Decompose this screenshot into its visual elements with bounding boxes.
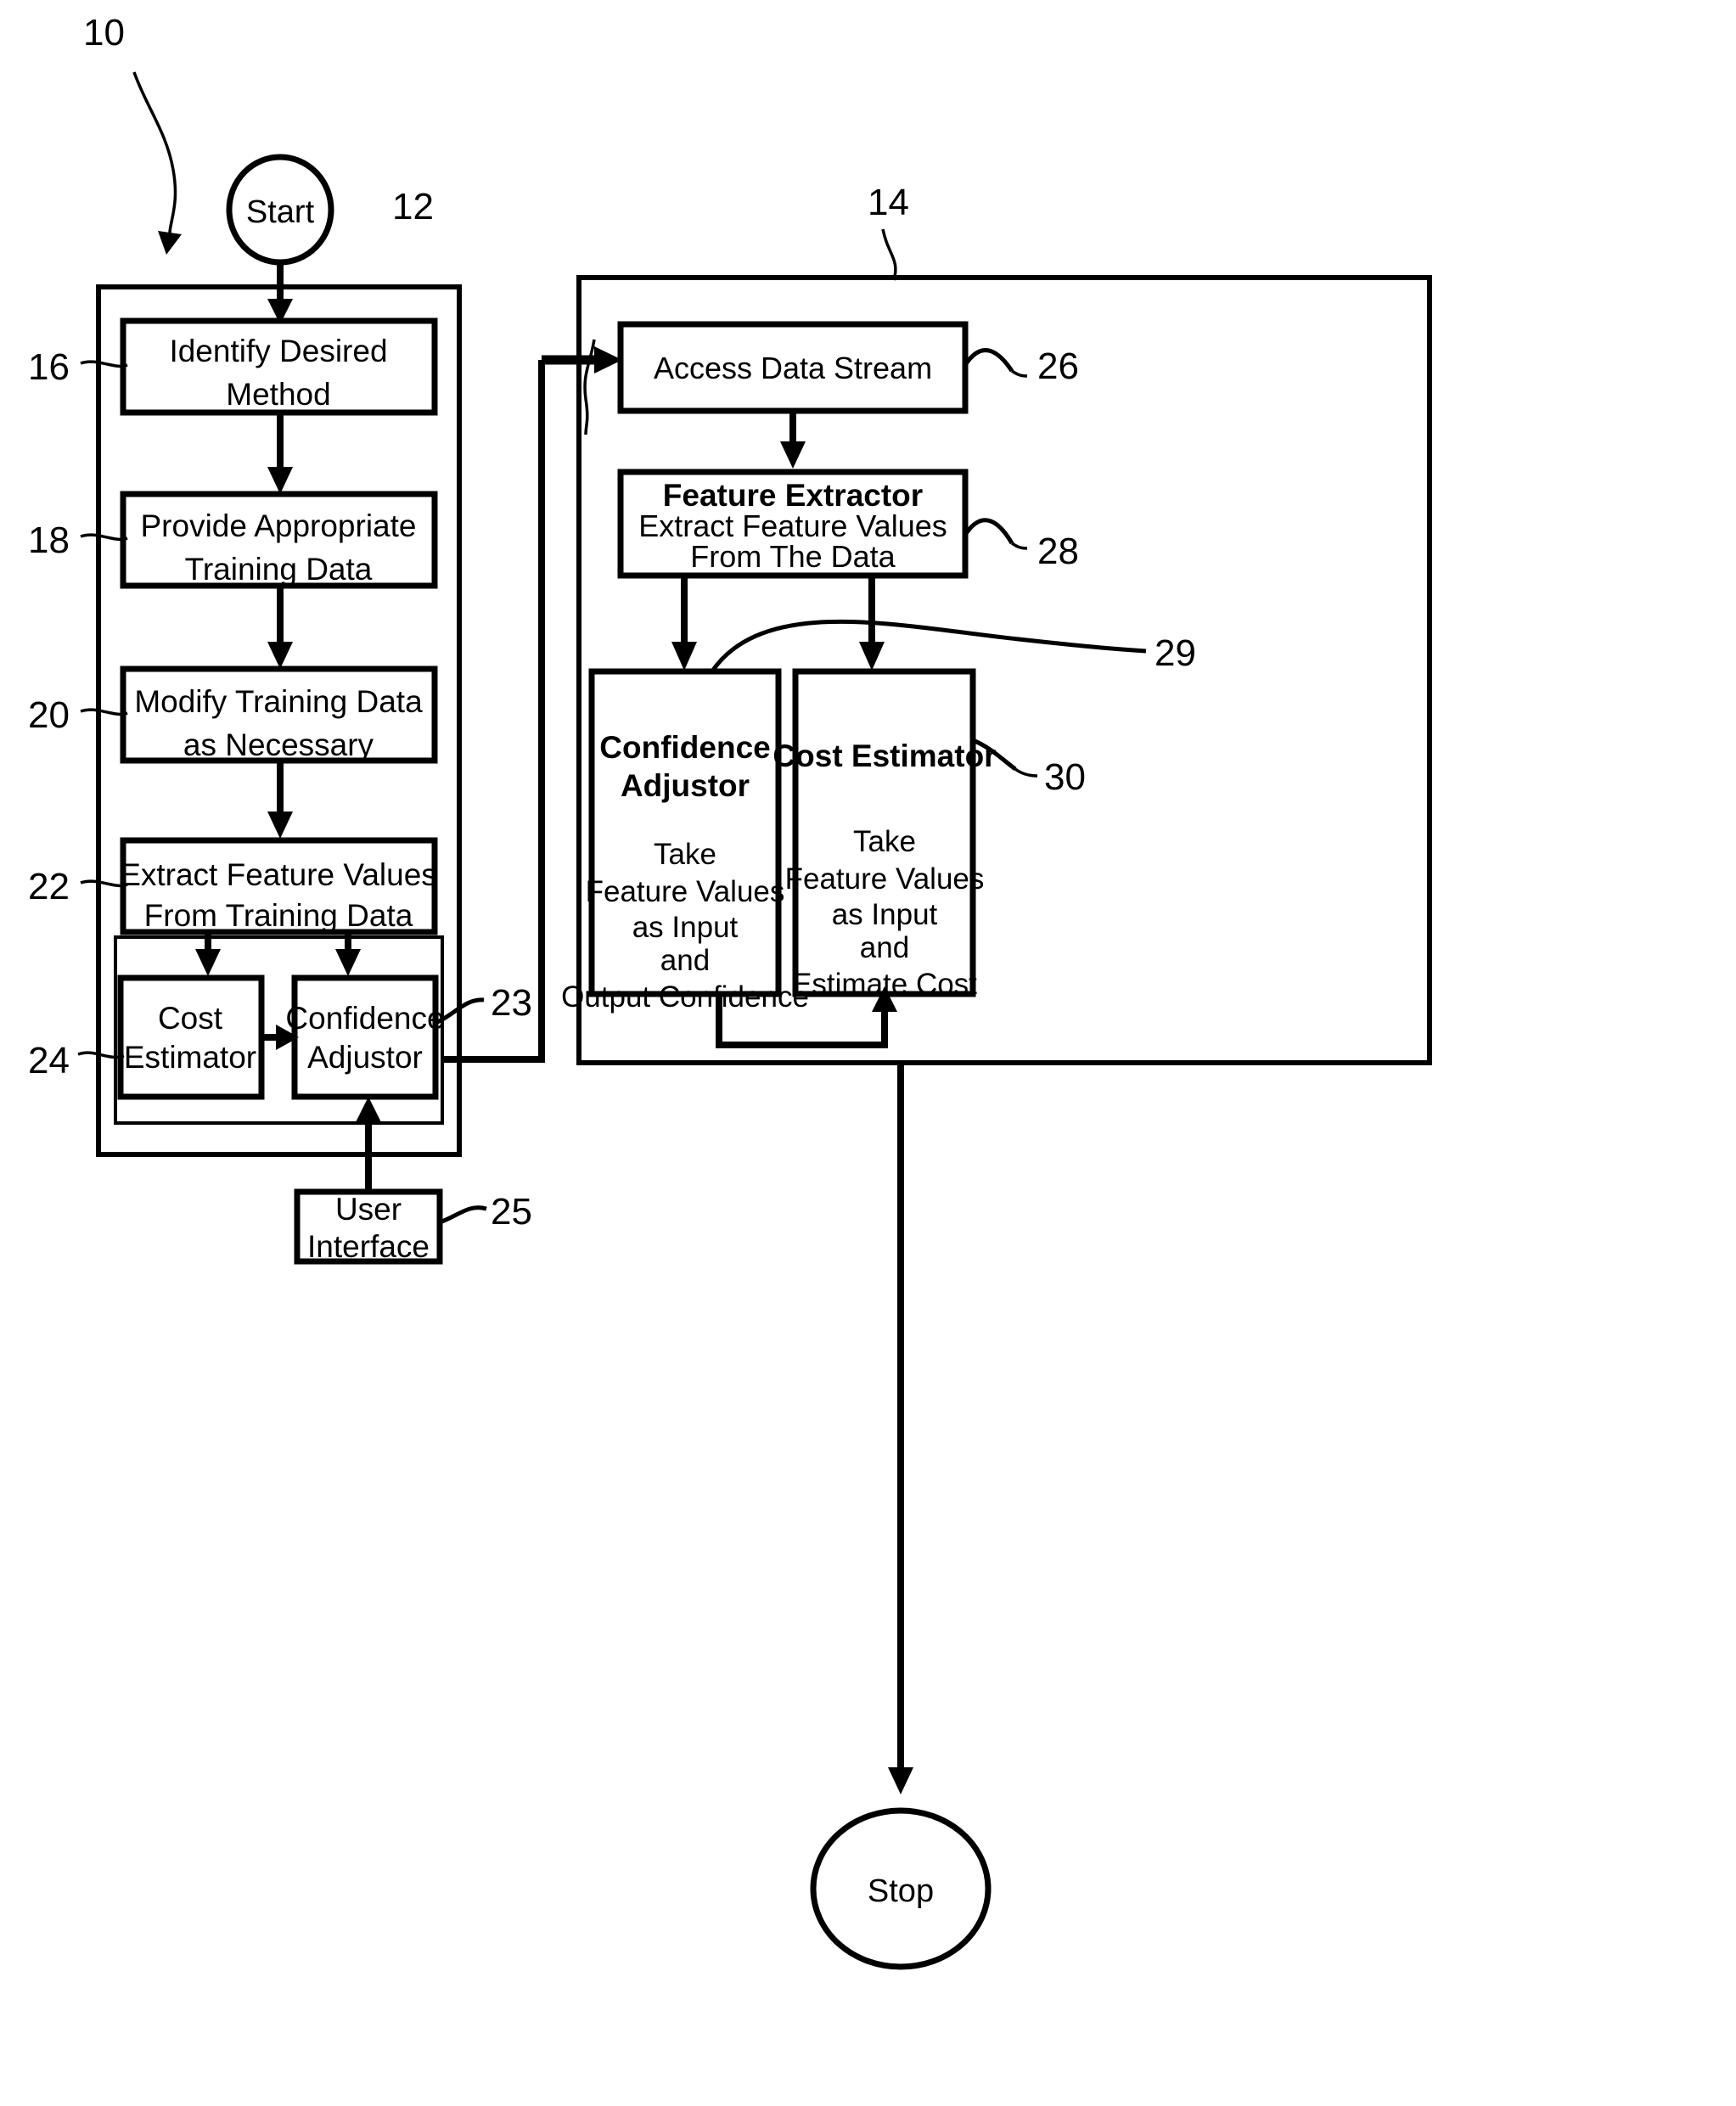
ref-28-leader: [963, 518, 1028, 550]
ref-20: 20: [28, 694, 70, 736]
ref-26: 26: [1037, 345, 1079, 387]
runtime-panel-ref-leader: [881, 228, 897, 281]
user-interface-line1: User: [335, 1192, 402, 1227]
ref-29: 29: [1155, 632, 1196, 674]
step-modify-training-data-line1: Modify Training Data: [134, 684, 423, 719]
runtime-confidence-adjustor-body-3: and: [660, 944, 710, 977]
runtime-cost-estimator-body-1: Feature Values: [785, 862, 985, 896]
step-modify-training-data-line2: as Necessary: [183, 727, 374, 762]
runtime-confidence-adjustor-body-0: Take: [654, 838, 716, 871]
ref-26-leader: [963, 348, 1028, 378]
training-cost-estimator-line2: Estimator: [124, 1040, 256, 1075]
runtime-confidence-adjustor-body-4: Output Confidence: [561, 980, 809, 1014]
training-panel-ref-leader: [583, 339, 596, 435]
runtime-cost-estimator-body-2: as Input: [832, 898, 938, 931]
ref-14: 14: [868, 182, 909, 223]
step-extract-feature-values-line2: From Training Data: [144, 898, 413, 933]
feature-extractor-line2: From The Data: [690, 539, 896, 574]
arrow-28-to-confidence-adjustor: [671, 642, 697, 671]
runtime-confidence-adjustor-body-2: as Input: [632, 911, 739, 944]
ref-25: 25: [491, 1191, 532, 1233]
flow-start-to-identify: [267, 262, 293, 324]
runtime-cost-estimator-body-3: and: [860, 931, 909, 964]
ref-22: 22: [28, 866, 70, 907]
ref-24: 24: [28, 1040, 70, 1081]
ref-16: 16: [28, 346, 70, 388]
stop-label: Stop: [868, 1873, 934, 1909]
ref-12: 12: [392, 186, 434, 227]
arrow-18-to-20: [267, 642, 293, 669]
ref-28: 28: [1037, 531, 1079, 572]
figure-ref-leader: [132, 71, 182, 255]
runtime-confidence-adjustor-title-2: Adjustor: [621, 768, 750, 803]
arrow-26-to-28: [780, 441, 806, 469]
start-label: Start: [246, 194, 315, 230]
runtime-cost-estimator-body-4: Estimate Cost: [792, 968, 977, 1001]
arrow-20-to-22: [267, 812, 293, 839]
runtime-cost-estimator-title: Cost Estimator: [772, 739, 996, 773]
step-identify-method-line2: Method: [226, 377, 330, 412]
arrow-16-to-18: [267, 467, 293, 494]
training-confidence-adjustor-line1: Confidence: [285, 1001, 444, 1036]
ref-23: 23: [491, 982, 532, 1024]
step-identify-method-line1: Identify Desired: [169, 334, 387, 368]
access-data-stream-label: Access Data Stream: [654, 351, 932, 385]
arrow-28-to-cost-estimator: [859, 642, 885, 671]
training-cost-estimator-line1: Cost: [158, 1001, 223, 1036]
flow-to-stop: [888, 1063, 913, 1794]
runtime-confidence-adjustor-title-1: Confidence: [599, 730, 770, 765]
runtime-confidence-adjustor-body-1: Feature Values: [586, 875, 785, 908]
user-interface-line2: Interface: [307, 1229, 430, 1264]
step-provide-training-data-line1: Provide Appropriate: [141, 508, 417, 543]
feature-extractor-line1: Extract Feature Values: [638, 508, 947, 543]
ref-30: 30: [1044, 756, 1086, 798]
patent-figure: 10 12 14 16 18 20 22 23 24 25 26 28 29 3…: [0, 0, 1736, 2106]
ref-25-leader: [439, 1205, 487, 1225]
runtime-cost-estimator-body-0: Take: [853, 825, 916, 858]
feature-extractor-title: Feature Extractor: [663, 478, 923, 513]
step-extract-feature-values-line1: Extract Feature Values: [120, 857, 437, 892]
figure-canvas: 10 12 14 16 18 20 22 23 24 25 26 28 29 3…: [28, 12, 1432, 1970]
ref-18: 18: [28, 519, 70, 561]
feedback-into-access-data-stream: [542, 346, 622, 373]
step-provide-training-data-line2: Training Data: [185, 552, 373, 587]
feature-values-path-29: [709, 619, 1147, 674]
ref-10: 10: [83, 12, 125, 53]
training-confidence-adjustor-line2: Adjustor: [307, 1040, 423, 1075]
